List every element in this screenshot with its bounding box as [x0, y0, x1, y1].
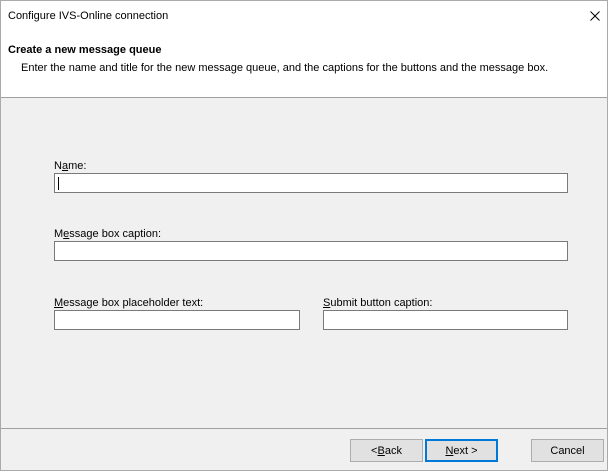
cancel-button[interactable]: Cancel — [531, 439, 604, 462]
placeholder-text-label: Message box placeholder text: — [54, 297, 204, 309]
title-bar[interactable]: Configure IVS-Online connection — [1, 1, 607, 31]
placeholder-text-input[interactable] — [54, 310, 300, 330]
wizard-footer: < Back Next > Cancel — [1, 429, 607, 470]
page-description: Enter the name and title for the new mes… — [21, 62, 549, 74]
next-button[interactable]: Next > — [425, 439, 498, 462]
close-button[interactable] — [583, 1, 607, 31]
name-input[interactable] — [54, 173, 568, 193]
window-title: Configure IVS-Online connection — [8, 10, 169, 22]
submit-caption-label: Submit button caption: — [323, 297, 433, 309]
message-box-caption-label: Message box caption: — [54, 228, 162, 240]
wizard-content: Name: Message box caption: Message box p… — [1, 98, 607, 428]
wizard-header: Create a new message queue Enter the nam… — [1, 31, 607, 98]
text-caret — [58, 177, 59, 190]
wizard-window: Configure IVS-Online connection Create a… — [0, 0, 608, 471]
close-icon — [590, 11, 600, 21]
submit-caption-input[interactable] — [323, 310, 568, 330]
page-title: Create a new message queue — [8, 44, 162, 56]
name-label: Name: — [54, 160, 87, 172]
back-button[interactable]: < Back — [350, 439, 423, 462]
message-box-caption-input[interactable] — [54, 241, 568, 261]
